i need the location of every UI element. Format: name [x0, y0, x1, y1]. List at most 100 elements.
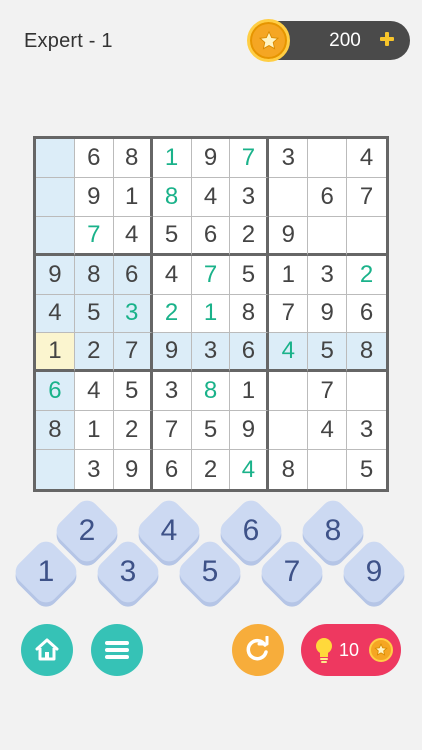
sudoku-cell-r1c6[interactable]: 7 — [230, 139, 270, 178]
sudoku-cell-r5c5[interactable]: 1 — [191, 294, 231, 334]
number-key-label: 8 — [324, 514, 342, 547]
sudoku-cell-r6c4[interactable]: 9 — [152, 333, 192, 373]
restart-button[interactable] — [232, 624, 284, 676]
sudoku-cell-r1c8[interactable] — [308, 139, 348, 178]
sudoku-cell-r2c9[interactable]: 7 — [347, 177, 386, 217]
sudoku-cell-r5c3[interactable]: 3 — [113, 294, 153, 334]
sudoku-cell-r5c8[interactable]: 9 — [308, 294, 348, 334]
sudoku-cell-r4c5[interactable]: 7 — [191, 255, 231, 295]
sudoku-cell-r7c4[interactable]: 3 — [152, 372, 192, 412]
sudoku-cell-r7c7[interactable] — [269, 372, 309, 412]
add-coins-icon[interactable] — [376, 28, 398, 50]
sudoku-cell-r7c8[interactable]: 7 — [308, 372, 348, 412]
sudoku-cell-r6c3[interactable]: 7 — [113, 333, 153, 373]
sudoku-cell-r8c5[interactable]: 5 — [191, 411, 231, 451]
sudoku-cell-r2c4[interactable]: 8 — [152, 177, 192, 217]
number-key-label: 2 — [78, 514, 96, 547]
sudoku-cell-r3c3[interactable]: 4 — [113, 216, 153, 256]
sudoku-cell-r9c6[interactable]: 4 — [230, 450, 270, 489]
sudoku-cell-r2c2[interactable]: 9 — [74, 177, 114, 217]
sudoku-cell-r6c1[interactable]: 1 — [36, 333, 75, 373]
sudoku-cell-r6c7[interactable]: 4 — [269, 333, 309, 373]
sudoku-cell-r6c9[interactable]: 8 — [347, 333, 386, 373]
sudoku-cell-r7c2[interactable]: 4 — [74, 372, 114, 412]
sudoku-cell-r2c7[interactable] — [269, 177, 309, 217]
sudoku-cell-r2c5[interactable]: 4 — [191, 177, 231, 217]
sudoku-cell-r2c8[interactable]: 6 — [308, 177, 348, 217]
sudoku-cell-r7c9[interactable] — [347, 372, 386, 412]
sudoku-cell-r3c6[interactable]: 2 — [230, 216, 270, 256]
sudoku-cell-r9c2[interactable]: 3 — [74, 450, 114, 489]
hint-count: 10 — [339, 640, 360, 660]
sudoku-cell-r8c2[interactable]: 1 — [74, 411, 114, 451]
sudoku-cell-r3c5[interactable]: 6 — [191, 216, 231, 256]
level-title: Expert - 1 — [24, 30, 113, 52]
number-key-label: 6 — [242, 514, 260, 547]
sudoku-cell-r5c1[interactable]: 4 — [36, 294, 75, 334]
number-key-label: 1 — [37, 555, 55, 588]
sudoku-cell-r8c7[interactable] — [269, 411, 309, 451]
sudoku-cell-r6c6[interactable]: 6 — [230, 333, 270, 373]
number-key-label: 3 — [119, 555, 137, 588]
sudoku-cell-r5c6[interactable]: 8 — [230, 294, 270, 334]
sudoku-cell-r9c4[interactable]: 6 — [152, 450, 192, 489]
sudoku-cell-r6c8[interactable]: 5 — [308, 333, 348, 373]
sudoku-cell-r8c8[interactable]: 4 — [308, 411, 348, 451]
sudoku-cell-r6c2[interactable]: 2 — [74, 333, 114, 373]
sudoku-cell-r4c4[interactable]: 4 — [152, 255, 192, 295]
sudoku-cell-r1c2[interactable]: 6 — [74, 139, 114, 178]
sudoku-cell-r4c8[interactable]: 3 — [308, 255, 348, 295]
sudoku-cell-r3c9[interactable] — [347, 216, 386, 256]
sudoku-cell-r3c7[interactable]: 9 — [269, 216, 309, 256]
sudoku-cell-r2c1[interactable] — [36, 177, 75, 217]
sudoku-cell-r4c3[interactable]: 6 — [113, 255, 153, 295]
sudoku-cell-r3c4[interactable]: 5 — [152, 216, 192, 256]
number-key-label: 5 — [201, 555, 219, 588]
sudoku-cell-r9c3[interactable]: 9 — [113, 450, 153, 489]
sudoku-cell-r2c3[interactable]: 1 — [113, 177, 153, 217]
menu-icon — [105, 641, 129, 659]
sudoku-cell-r1c4[interactable]: 1 — [152, 139, 192, 178]
sudoku-cell-r2c6[interactable]: 3 — [230, 177, 270, 217]
sudoku-cell-r7c6[interactable]: 1 — [230, 372, 270, 412]
sudoku-cell-r8c1[interactable]: 8 — [36, 411, 75, 451]
sudoku-cell-r8c9[interactable]: 3 — [347, 411, 386, 451]
sudoku-cell-r9c1[interactable] — [36, 450, 75, 489]
sudoku-cell-r8c6[interactable]: 9 — [230, 411, 270, 451]
sudoku-cell-r7c3[interactable]: 5 — [113, 372, 153, 412]
sudoku-cell-r5c7[interactable]: 7 — [269, 294, 309, 334]
sudoku-cell-r9c7[interactable]: 8 — [269, 450, 309, 489]
sudoku-cell-r7c1[interactable]: 6 — [36, 372, 75, 412]
menu-button[interactable] — [91, 624, 143, 676]
sudoku-cell-r4c6[interactable]: 5 — [230, 255, 270, 295]
sudoku-cell-r1c9[interactable]: 4 — [347, 139, 386, 178]
sudoku-cell-r4c9[interactable]: 2 — [347, 255, 386, 295]
sudoku-cell-r9c5[interactable]: 2 — [191, 450, 231, 489]
sudoku-cell-r1c3[interactable]: 8 — [113, 139, 153, 178]
lightbulb-icon — [316, 638, 332, 663]
sudoku-cell-r7c5[interactable]: 8 — [191, 372, 231, 412]
sudoku-cell-r5c9[interactable]: 6 — [347, 294, 386, 334]
sudoku-cell-r6c5[interactable]: 3 — [191, 333, 231, 373]
sudoku-cell-r5c2[interactable]: 5 — [74, 294, 114, 334]
sudoku-cell-r9c9[interactable]: 5 — [347, 450, 386, 489]
sudoku-cell-r1c7[interactable]: 3 — [269, 139, 309, 178]
coin-icon — [247, 19, 290, 62]
sudoku-cell-r9c8[interactable] — [308, 450, 348, 489]
coin-balance[interactable]: 200 — [247, 19, 410, 62]
coin-icon — [369, 638, 393, 662]
sudoku-cell-r8c3[interactable]: 2 — [113, 411, 153, 451]
hint-button[interactable]: 10 — [301, 624, 401, 676]
home-button[interactable] — [21, 624, 73, 676]
sudoku-cell-r3c2[interactable]: 7 — [74, 216, 114, 256]
sudoku-cell-r4c7[interactable]: 1 — [269, 255, 309, 295]
sudoku-cell-r1c1[interactable] — [36, 139, 75, 178]
sudoku-cell-r1c5[interactable]: 9 — [191, 139, 231, 178]
sudoku-cell-r5c4[interactable]: 2 — [152, 294, 192, 334]
sudoku-cell-r3c8[interactable] — [308, 216, 348, 256]
sudoku-cell-r4c1[interactable]: 9 — [36, 255, 75, 295]
sudoku-cell-r4c2[interactable]: 8 — [74, 255, 114, 295]
sudoku-cell-r8c4[interactable]: 7 — [152, 411, 192, 451]
sudoku-cell-r3c1[interactable] — [36, 216, 75, 256]
number-key-label: 4 — [160, 514, 178, 547]
